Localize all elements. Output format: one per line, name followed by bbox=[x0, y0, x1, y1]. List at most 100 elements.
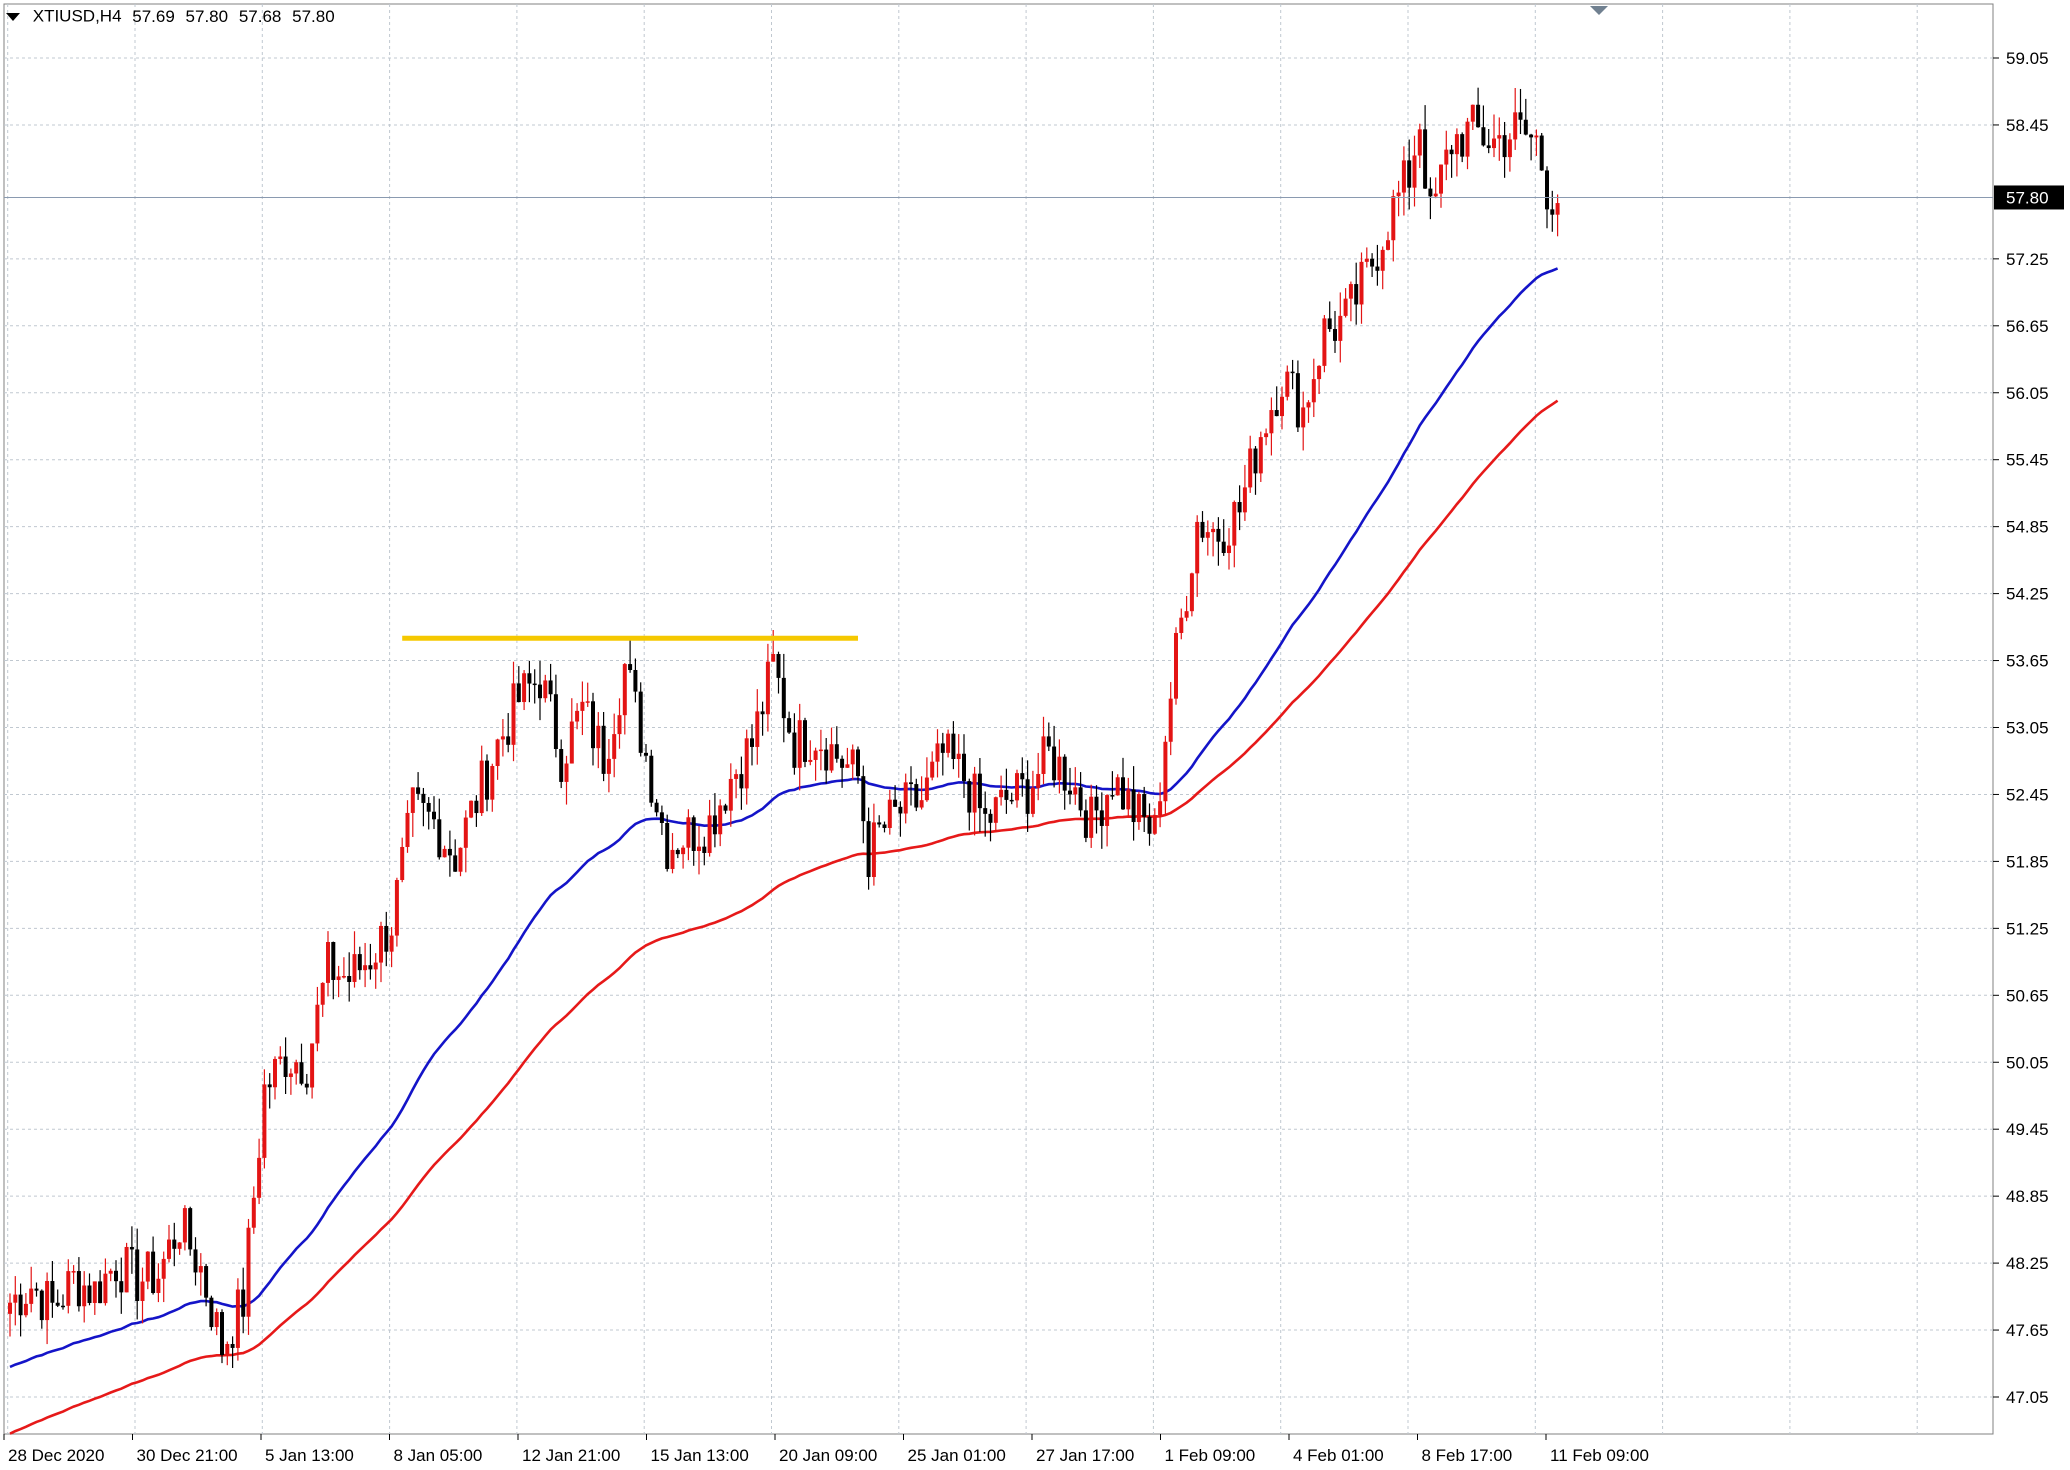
y-tick-label: 53.65 bbox=[2006, 652, 2049, 671]
candle-bear bbox=[98, 1281, 103, 1304]
candle-bull bbox=[1205, 532, 1210, 538]
candle-bear bbox=[538, 684, 542, 699]
candle-bull bbox=[1364, 258, 1369, 262]
candle-bear bbox=[1221, 541, 1226, 554]
candle-bear bbox=[1147, 816, 1152, 834]
candle-bull bbox=[617, 715, 622, 735]
candle-bear bbox=[834, 744, 839, 759]
candle-bull bbox=[771, 654, 776, 662]
candle-bull bbox=[262, 1084, 267, 1158]
candle-bear bbox=[1449, 149, 1454, 155]
candle-bear bbox=[1083, 810, 1088, 838]
candle-bear bbox=[230, 1343, 235, 1348]
y-tick-label: 58.45 bbox=[2006, 116, 2049, 135]
candle-bear bbox=[426, 802, 431, 812]
candle-bull bbox=[585, 701, 590, 703]
candle-bull bbox=[1073, 787, 1078, 795]
candle-bull bbox=[1412, 155, 1417, 188]
x-tick-label: 12 Jan 21:00 bbox=[522, 1446, 620, 1465]
candle-bear bbox=[1375, 266, 1380, 271]
candle-bear bbox=[675, 849, 680, 855]
candle-bear bbox=[909, 782, 913, 785]
candle-bull bbox=[320, 982, 325, 1005]
candle-bull bbox=[182, 1208, 187, 1243]
candle-bull bbox=[622, 664, 627, 716]
candle-bull bbox=[1258, 437, 1263, 474]
candle-bull bbox=[871, 822, 876, 878]
candle-bull bbox=[887, 799, 892, 828]
candle-bear bbox=[803, 720, 807, 762]
candle-bull bbox=[1285, 371, 1290, 397]
candle-bear bbox=[649, 755, 654, 803]
candle-bull bbox=[177, 1242, 182, 1249]
candle-bull bbox=[363, 965, 368, 971]
candle-bear bbox=[553, 694, 558, 750]
candle-bear bbox=[1370, 258, 1375, 267]
candle-bull bbox=[1126, 789, 1131, 810]
candle-bull bbox=[45, 1281, 50, 1321]
candle-bull bbox=[850, 749, 855, 765]
candle-bull bbox=[813, 750, 818, 760]
candle-bull bbox=[246, 1227, 251, 1317]
candle-bull bbox=[167, 1239, 171, 1259]
candle-bull bbox=[1248, 448, 1253, 488]
candle-bull bbox=[273, 1058, 277, 1088]
candle-bull bbox=[352, 954, 357, 982]
candle-bear bbox=[193, 1249, 198, 1273]
ohlc-close: 57.80 bbox=[292, 6, 335, 26]
candle-bull bbox=[681, 847, 686, 855]
candle-bear bbox=[421, 793, 426, 803]
candle-bull bbox=[469, 800, 474, 818]
candle-bear bbox=[702, 846, 707, 853]
candle-bear bbox=[1131, 789, 1136, 823]
x-tick-label: 30 Dec 21:00 bbox=[137, 1446, 238, 1465]
price-chart[interactable]: 57.80 59.05 58.45 57.25 56.65 56.05 55.45 54.8… bbox=[0, 0, 2070, 1470]
candle-bear bbox=[1025, 779, 1030, 814]
candle-bull bbox=[1465, 121, 1470, 157]
candle-bull bbox=[1195, 521, 1200, 574]
candle-bull bbox=[410, 787, 415, 813]
candle-bear bbox=[1407, 160, 1412, 188]
x-tick-label: 11 Feb 09:00 bbox=[1550, 1446, 1649, 1465]
candle-bull bbox=[379, 925, 383, 963]
chart-window[interactable]: 57.80 59.05 58.45 57.25 56.65 56.05 55.45 54.8… bbox=[0, 0, 2070, 1470]
candle-bear bbox=[1121, 777, 1125, 810]
candle-bull bbox=[728, 778, 733, 811]
candle-bull bbox=[1317, 365, 1322, 380]
candle-bear bbox=[114, 1270, 118, 1282]
candle-bear bbox=[882, 824, 887, 828]
candle-bear bbox=[61, 1305, 65, 1308]
candle-bear bbox=[55, 1302, 60, 1306]
candle-bull bbox=[946, 733, 951, 753]
x-tick-label: 28 Dec 2020 bbox=[8, 1446, 104, 1465]
candle-bull bbox=[580, 701, 585, 711]
candle-bear bbox=[1274, 410, 1279, 417]
candle-bull bbox=[8, 1302, 12, 1314]
candle-bull bbox=[1030, 787, 1035, 814]
candle-bear bbox=[787, 718, 792, 733]
candle-bear bbox=[967, 781, 972, 813]
candle-bull bbox=[596, 725, 601, 749]
candle-bear bbox=[644, 752, 648, 756]
candle-bull bbox=[1555, 203, 1560, 215]
y-tick-label: 47.65 bbox=[2006, 1321, 2049, 1340]
candle-bear bbox=[1142, 794, 1147, 817]
candle-bull bbox=[257, 1157, 262, 1198]
candle-bear bbox=[1062, 756, 1067, 791]
candle-bull bbox=[919, 800, 924, 808]
candle-bull bbox=[818, 749, 823, 752]
candle-bear bbox=[898, 806, 903, 814]
candle-bull bbox=[161, 1258, 166, 1279]
candle-bear bbox=[559, 749, 564, 782]
y-tick-label: 55.45 bbox=[2006, 451, 2049, 470]
y-tick-label: 47.05 bbox=[2006, 1388, 2049, 1407]
candle-bear bbox=[50, 1281, 55, 1303]
candle-bull bbox=[1439, 164, 1443, 194]
x-tick-label: 20 Jan 09:00 bbox=[779, 1446, 877, 1465]
y-tick-label: 50.05 bbox=[2006, 1053, 2049, 1072]
candle-bull bbox=[930, 761, 935, 778]
candle-bear bbox=[1502, 135, 1507, 158]
candle-bear bbox=[654, 802, 659, 813]
candle-bull bbox=[569, 721, 574, 764]
chart-menu-triangle-icon[interactable] bbox=[6, 12, 20, 21]
